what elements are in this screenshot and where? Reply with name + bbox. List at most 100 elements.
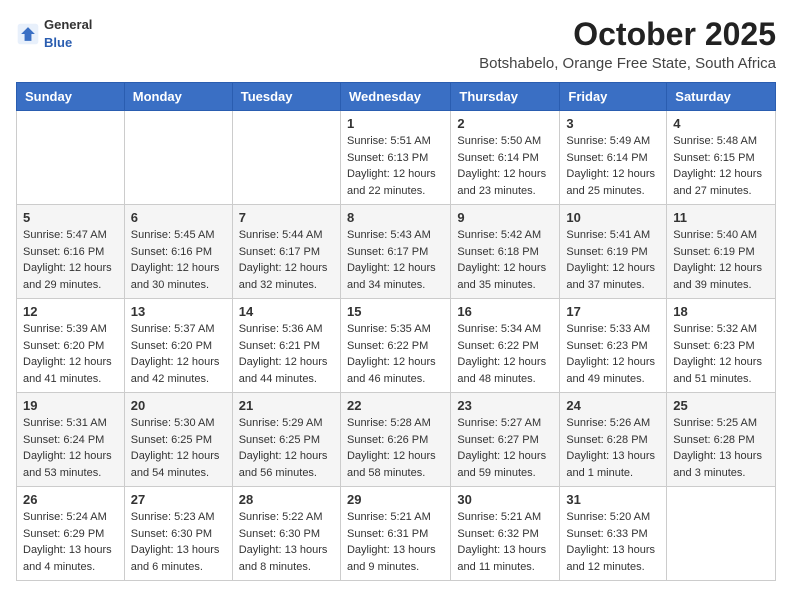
day-detail: Sunrise: 5:44 AMSunset: 6:17 PMDaylight:… — [239, 227, 334, 293]
day-number: 16 — [457, 304, 553, 319]
day-number: 23 — [457, 398, 553, 413]
calendar-cell: 24 Sunrise: 5:26 AMSunset: 6:28 PMDaylig… — [560, 393, 667, 487]
day-detail: Sunrise: 5:27 AMSunset: 6:27 PMDaylight:… — [457, 415, 553, 481]
calendar-week-row: 5 Sunrise: 5:47 AMSunset: 6:16 PMDayligh… — [17, 205, 776, 299]
day-header-sunday: Sunday — [17, 83, 125, 111]
day-header-friday: Friday — [560, 83, 667, 111]
day-header-thursday: Thursday — [451, 83, 560, 111]
day-detail: Sunrise: 5:32 AMSunset: 6:23 PMDaylight:… — [673, 321, 769, 387]
calendar-title: October 2025 — [479, 16, 776, 53]
calendar-cell: 1 Sunrise: 5:51 AMSunset: 6:13 PMDayligh… — [340, 111, 450, 205]
day-number: 4 — [673, 116, 769, 131]
day-detail: Sunrise: 5:21 AMSunset: 6:32 PMDaylight:… — [457, 509, 553, 575]
calendar-cell: 25 Sunrise: 5:25 AMSunset: 6:28 PMDaylig… — [667, 393, 776, 487]
day-number: 11 — [673, 210, 769, 225]
calendar-cell: 14 Sunrise: 5:36 AMSunset: 6:21 PMDaylig… — [232, 299, 340, 393]
day-number: 21 — [239, 398, 334, 413]
day-detail: Sunrise: 5:34 AMSunset: 6:22 PMDaylight:… — [457, 321, 553, 387]
calendar-cell — [232, 111, 340, 205]
day-number: 2 — [457, 116, 553, 131]
logo: General Blue — [16, 16, 92, 52]
day-header-tuesday: Tuesday — [232, 83, 340, 111]
day-detail: Sunrise: 5:42 AMSunset: 6:18 PMDaylight:… — [457, 227, 553, 293]
calendar-cell: 15 Sunrise: 5:35 AMSunset: 6:22 PMDaylig… — [340, 299, 450, 393]
calendar-body: 1 Sunrise: 5:51 AMSunset: 6:13 PMDayligh… — [17, 111, 776, 581]
calendar-cell — [17, 111, 125, 205]
day-number: 18 — [673, 304, 769, 319]
calendar-cell: 21 Sunrise: 5:29 AMSunset: 6:25 PMDaylig… — [232, 393, 340, 487]
day-number: 20 — [131, 398, 226, 413]
day-number: 29 — [347, 492, 444, 507]
calendar-cell: 9 Sunrise: 5:42 AMSunset: 6:18 PMDayligh… — [451, 205, 560, 299]
calendar-cell: 22 Sunrise: 5:28 AMSunset: 6:26 PMDaylig… — [340, 393, 450, 487]
calendar-cell: 3 Sunrise: 5:49 AMSunset: 6:14 PMDayligh… — [560, 111, 667, 205]
day-detail: Sunrise: 5:23 AMSunset: 6:30 PMDaylight:… — [131, 509, 226, 575]
calendar-cell: 17 Sunrise: 5:33 AMSunset: 6:23 PMDaylig… — [560, 299, 667, 393]
calendar-subtitle: Botshabelo, Orange Free State, South Afr… — [479, 55, 776, 72]
calendar-cell: 26 Sunrise: 5:24 AMSunset: 6:29 PMDaylig… — [17, 487, 125, 581]
day-header-saturday: Saturday — [667, 83, 776, 111]
day-number: 15 — [347, 304, 444, 319]
calendar-cell: 12 Sunrise: 5:39 AMSunset: 6:20 PMDaylig… — [17, 299, 125, 393]
calendar-cell: 18 Sunrise: 5:32 AMSunset: 6:23 PMDaylig… — [667, 299, 776, 393]
day-detail: Sunrise: 5:26 AMSunset: 6:28 PMDaylight:… — [566, 415, 660, 481]
logo-text-blue: Blue — [44, 35, 72, 50]
day-number: 28 — [239, 492, 334, 507]
day-detail: Sunrise: 5:47 AMSunset: 6:16 PMDaylight:… — [23, 227, 118, 293]
calendar-week-row: 26 Sunrise: 5:24 AMSunset: 6:29 PMDaylig… — [17, 487, 776, 581]
day-number: 17 — [566, 304, 660, 319]
day-number: 31 — [566, 492, 660, 507]
day-detail: Sunrise: 5:37 AMSunset: 6:20 PMDaylight:… — [131, 321, 226, 387]
day-number: 26 — [23, 492, 118, 507]
calendar-cell — [124, 111, 232, 205]
calendar-cell: 30 Sunrise: 5:21 AMSunset: 6:32 PMDaylig… — [451, 487, 560, 581]
day-detail: Sunrise: 5:48 AMSunset: 6:15 PMDaylight:… — [673, 133, 769, 199]
day-number: 7 — [239, 210, 334, 225]
day-number: 24 — [566, 398, 660, 413]
day-detail: Sunrise: 5:40 AMSunset: 6:19 PMDaylight:… — [673, 227, 769, 293]
day-detail: Sunrise: 5:24 AMSunset: 6:29 PMDaylight:… — [23, 509, 118, 575]
day-detail: Sunrise: 5:49 AMSunset: 6:14 PMDaylight:… — [566, 133, 660, 199]
calendar-cell: 11 Sunrise: 5:40 AMSunset: 6:19 PMDaylig… — [667, 205, 776, 299]
day-detail: Sunrise: 5:43 AMSunset: 6:17 PMDaylight:… — [347, 227, 444, 293]
logo-text-general: General — [44, 17, 92, 32]
calendar-week-row: 12 Sunrise: 5:39 AMSunset: 6:20 PMDaylig… — [17, 299, 776, 393]
day-detail: Sunrise: 5:51 AMSunset: 6:13 PMDaylight:… — [347, 133, 444, 199]
calendar-cell: 28 Sunrise: 5:22 AMSunset: 6:30 PMDaylig… — [232, 487, 340, 581]
day-detail: Sunrise: 5:45 AMSunset: 6:16 PMDaylight:… — [131, 227, 226, 293]
calendar-week-row: 19 Sunrise: 5:31 AMSunset: 6:24 PMDaylig… — [17, 393, 776, 487]
day-header-monday: Monday — [124, 83, 232, 111]
day-detail: Sunrise: 5:35 AMSunset: 6:22 PMDaylight:… — [347, 321, 444, 387]
calendar-cell: 2 Sunrise: 5:50 AMSunset: 6:14 PMDayligh… — [451, 111, 560, 205]
calendar-table: SundayMondayTuesdayWednesdayThursdayFrid… — [16, 82, 776, 581]
day-detail: Sunrise: 5:33 AMSunset: 6:23 PMDaylight:… — [566, 321, 660, 387]
logo-icon — [16, 22, 40, 46]
day-number: 25 — [673, 398, 769, 413]
day-number: 6 — [131, 210, 226, 225]
calendar-cell: 10 Sunrise: 5:41 AMSunset: 6:19 PMDaylig… — [560, 205, 667, 299]
day-number: 10 — [566, 210, 660, 225]
day-detail: Sunrise: 5:29 AMSunset: 6:25 PMDaylight:… — [239, 415, 334, 481]
day-number: 3 — [566, 116, 660, 131]
day-number: 13 — [131, 304, 226, 319]
calendar-week-row: 1 Sunrise: 5:51 AMSunset: 6:13 PMDayligh… — [17, 111, 776, 205]
day-number: 27 — [131, 492, 226, 507]
day-detail: Sunrise: 5:36 AMSunset: 6:21 PMDaylight:… — [239, 321, 334, 387]
day-number: 5 — [23, 210, 118, 225]
day-number: 22 — [347, 398, 444, 413]
title-section: October 2025 Botshabelo, Orange Free Sta… — [479, 16, 776, 72]
day-detail: Sunrise: 5:20 AMSunset: 6:33 PMDaylight:… — [566, 509, 660, 575]
calendar-header-row: SundayMondayTuesdayWednesdayThursdayFrid… — [17, 83, 776, 111]
day-detail: Sunrise: 5:39 AMSunset: 6:20 PMDaylight:… — [23, 321, 118, 387]
calendar-cell: 7 Sunrise: 5:44 AMSunset: 6:17 PMDayligh… — [232, 205, 340, 299]
day-number: 8 — [347, 210, 444, 225]
day-detail: Sunrise: 5:21 AMSunset: 6:31 PMDaylight:… — [347, 509, 444, 575]
day-number: 12 — [23, 304, 118, 319]
day-detail: Sunrise: 5:50 AMSunset: 6:14 PMDaylight:… — [457, 133, 553, 199]
calendar-cell: 5 Sunrise: 5:47 AMSunset: 6:16 PMDayligh… — [17, 205, 125, 299]
day-header-wednesday: Wednesday — [340, 83, 450, 111]
calendar-cell: 19 Sunrise: 5:31 AMSunset: 6:24 PMDaylig… — [17, 393, 125, 487]
day-detail: Sunrise: 5:30 AMSunset: 6:25 PMDaylight:… — [131, 415, 226, 481]
calendar-cell: 23 Sunrise: 5:27 AMSunset: 6:27 PMDaylig… — [451, 393, 560, 487]
calendar-cell: 6 Sunrise: 5:45 AMSunset: 6:16 PMDayligh… — [124, 205, 232, 299]
